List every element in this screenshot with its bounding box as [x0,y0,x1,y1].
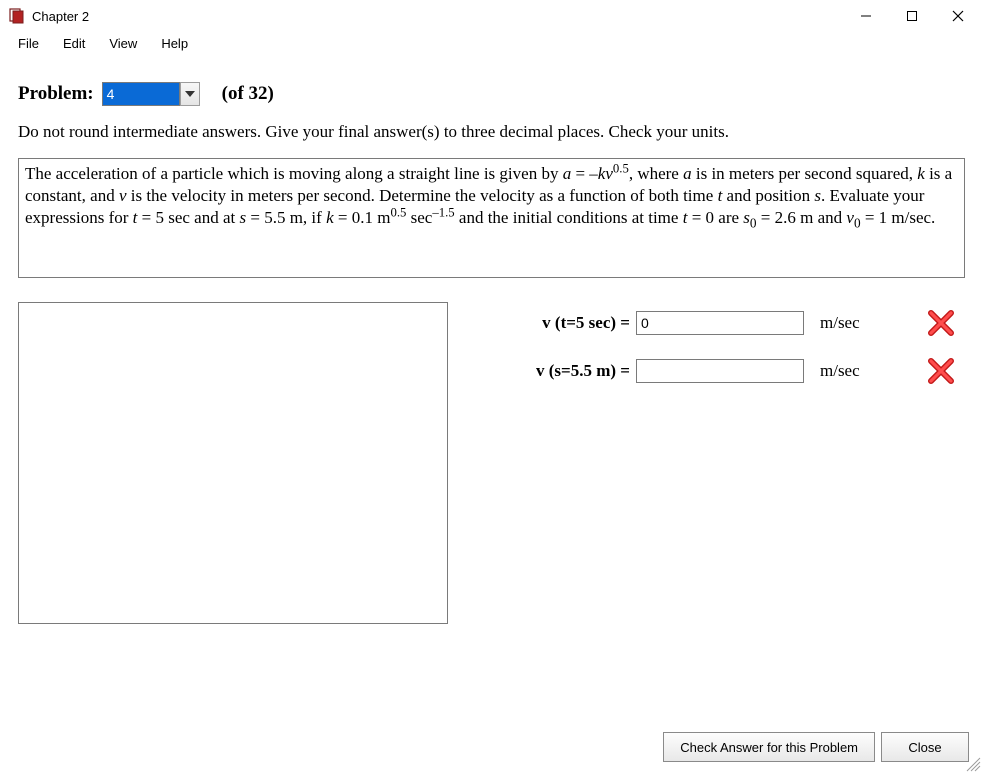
lower-area: v (t=5 sec) = m/sec v (s=5.5 m) = m/sec [18,302,965,624]
answer-label-v-at-s: v (s=5.5 m) = [486,361,636,381]
problem-statement: The acceleration of a particle which is … [25,164,952,227]
problem-number-select[interactable]: 4 [102,82,200,106]
incorrect-mark-icon [926,356,956,386]
instruction-text: Do not round intermediate answers. Give … [18,122,965,142]
answer-input-v-at-s[interactable] [636,359,804,383]
menubar: File Edit View Help [0,32,981,54]
resize-grip-icon[interactable] [963,754,981,772]
menu-view[interactable]: View [97,34,149,53]
maximize-button[interactable] [889,0,935,32]
answer-row-v-at-t: v (t=5 sec) = m/sec [486,308,965,338]
answer-unit-v-at-s: m/sec [804,361,884,381]
dropdown-arrow-icon[interactable] [180,82,200,106]
answer-input-v-at-t[interactable] [636,311,804,335]
figure-box [18,302,448,624]
menu-help[interactable]: Help [149,34,200,53]
minimize-button[interactable] [843,0,889,32]
problem-selector-row: Problem: 4 (of 32) [18,82,965,106]
close-window-button[interactable] [935,0,981,32]
answers-panel: v (t=5 sec) = m/sec v (s=5.5 m) = m/sec [486,302,965,404]
footer-buttons: Check Answer for this Problem Close [663,732,969,762]
app-icon [8,7,26,25]
check-answer-button[interactable]: Check Answer for this Problem [663,732,875,762]
problem-total: (of 32) [222,83,274,105]
problem-number-value[interactable]: 4 [102,82,180,106]
problem-statement-box: The acceleration of a particle which is … [18,158,965,278]
content-area: Problem: 4 (of 32) Do not round intermed… [0,54,981,624]
menu-edit[interactable]: Edit [51,34,97,53]
menu-file[interactable]: File [6,34,51,53]
answer-label-v-at-t: v (t=5 sec) = [486,313,636,333]
incorrect-mark-icon [926,308,956,338]
close-button[interactable]: Close [881,732,969,762]
window-title: Chapter 2 [32,9,89,24]
answer-row-v-at-s: v (s=5.5 m) = m/sec [486,356,965,386]
titlebar: Chapter 2 [0,0,981,32]
problem-label: Problem: [18,83,94,105]
answer-unit-v-at-t: m/sec [804,313,884,333]
